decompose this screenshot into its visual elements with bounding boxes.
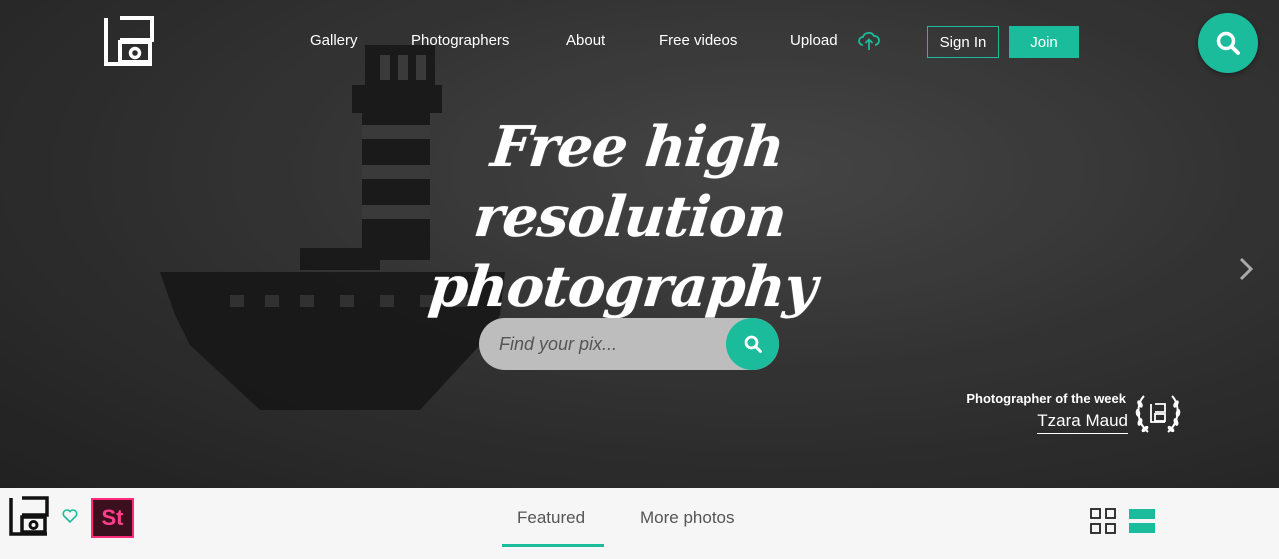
- tab-more-photos[interactable]: More photos: [640, 508, 735, 528]
- list-view-icon[interactable]: [1129, 508, 1155, 534]
- hero-search-submit-button[interactable]: [726, 318, 779, 370]
- photographer-of-week-label: Photographer of the week: [966, 391, 1126, 406]
- cloud-upload-icon[interactable]: [858, 30, 880, 52]
- hero-search-bar: [479, 318, 779, 370]
- nav-about[interactable]: About: [566, 32, 605, 49]
- nav-photographers[interactable]: Photographers: [411, 32, 509, 49]
- search-icon: [744, 335, 762, 353]
- sign-in-button[interactable]: Sign In: [927, 26, 999, 58]
- search-button[interactable]: [1198, 13, 1258, 73]
- heart-icon[interactable]: [62, 508, 78, 524]
- active-tab-indicator: [502, 544, 604, 547]
- nav-gallery[interactable]: Gallery: [310, 32, 358, 49]
- hero-section: Gallery Photographers About Free videos …: [0, 0, 1279, 488]
- join-button[interactable]: Join: [1009, 26, 1079, 58]
- hero-headline-line1: Free high resolution: [470, 114, 790, 250]
- photographer-name-link[interactable]: Tzara Maud: [1037, 411, 1128, 434]
- nav-upload[interactable]: Upload: [790, 32, 838, 49]
- hero-search-input[interactable]: [499, 330, 719, 358]
- laurel-badge-icon: [1135, 395, 1181, 433]
- site-logo-icon[interactable]: [104, 16, 155, 67]
- hero-headline-line2: photography: [425, 254, 820, 320]
- photographer-of-the-week: Photographer of the week Tzara Maud: [940, 390, 1190, 440]
- grid-view-icon[interactable]: [1090, 508, 1116, 534]
- nav-free-videos[interactable]: Free videos: [659, 32, 737, 49]
- hero-headline: Free high resolution photography: [349, 112, 911, 322]
- site-logo-icon[interactable]: [9, 496, 49, 536]
- adobe-stock-badge[interactable]: St: [91, 498, 134, 538]
- chevron-right-icon[interactable]: [1234, 255, 1258, 283]
- content-toolbar: St Featured More photos: [0, 488, 1279, 559]
- tab-featured[interactable]: Featured: [517, 508, 585, 528]
- search-icon: [1216, 31, 1240, 55]
